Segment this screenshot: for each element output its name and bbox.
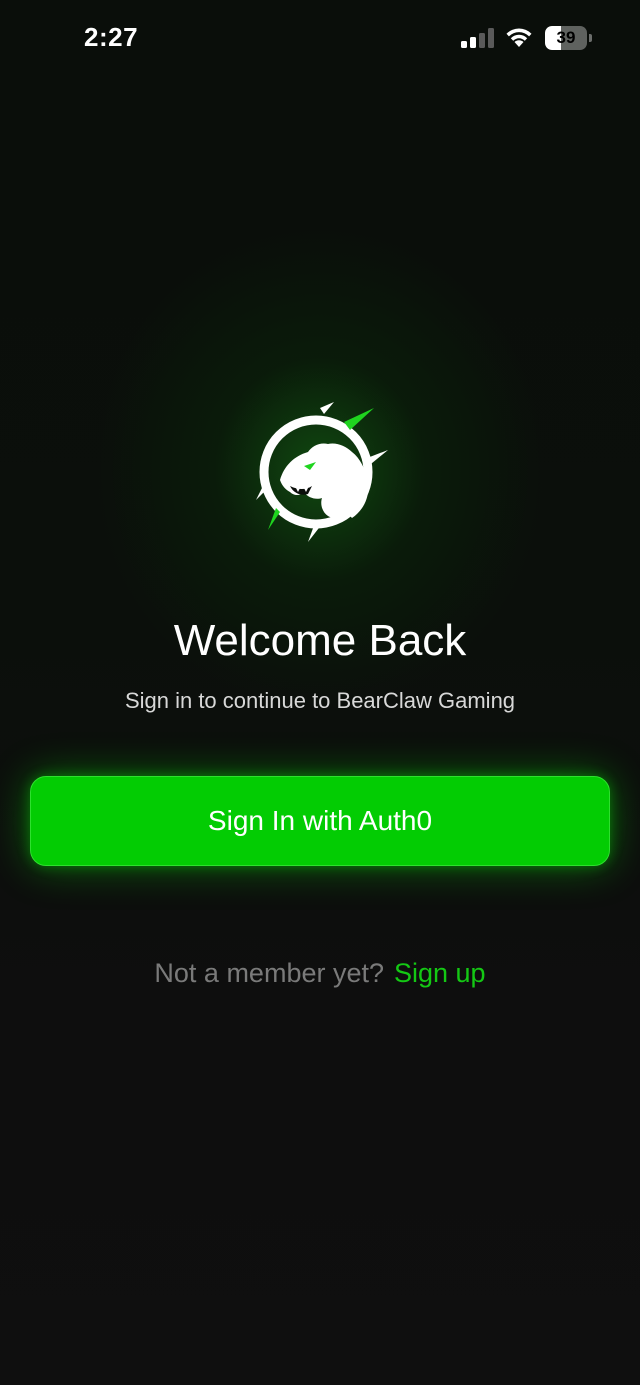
signup-row: Not a member yet? Sign up — [0, 958, 640, 989]
welcome-subtitle: Sign in to continue to BearClaw Gaming — [124, 688, 516, 713]
cellular-signal-icon — [461, 28, 494, 48]
signup-prompt: Not a member yet? — [154, 958, 384, 988]
sign-in-button-label: Sign In with Auth0 — [207, 805, 433, 836]
battery-cap — [589, 34, 592, 42]
battery-indicator: 39 — [545, 26, 593, 50]
login-screen: 2:27 39 Welcome Back Sign in to continue… — [0, 0, 640, 1385]
welcome-title: Welcome Back — [173, 616, 467, 665]
status-bar: 2:27 39 — [0, 0, 640, 80]
battery-body: 39 — [545, 26, 587, 50]
battery-level: 39 — [556, 28, 576, 47]
bearclaw-logo-icon — [256, 402, 388, 542]
signup-link[interactable]: Sign up — [394, 958, 486, 988]
wifi-icon — [506, 28, 532, 47]
sign-in-auth0-button[interactable]: Sign In with Auth0 — [30, 776, 610, 866]
status-time: 2:27 — [84, 22, 139, 52]
